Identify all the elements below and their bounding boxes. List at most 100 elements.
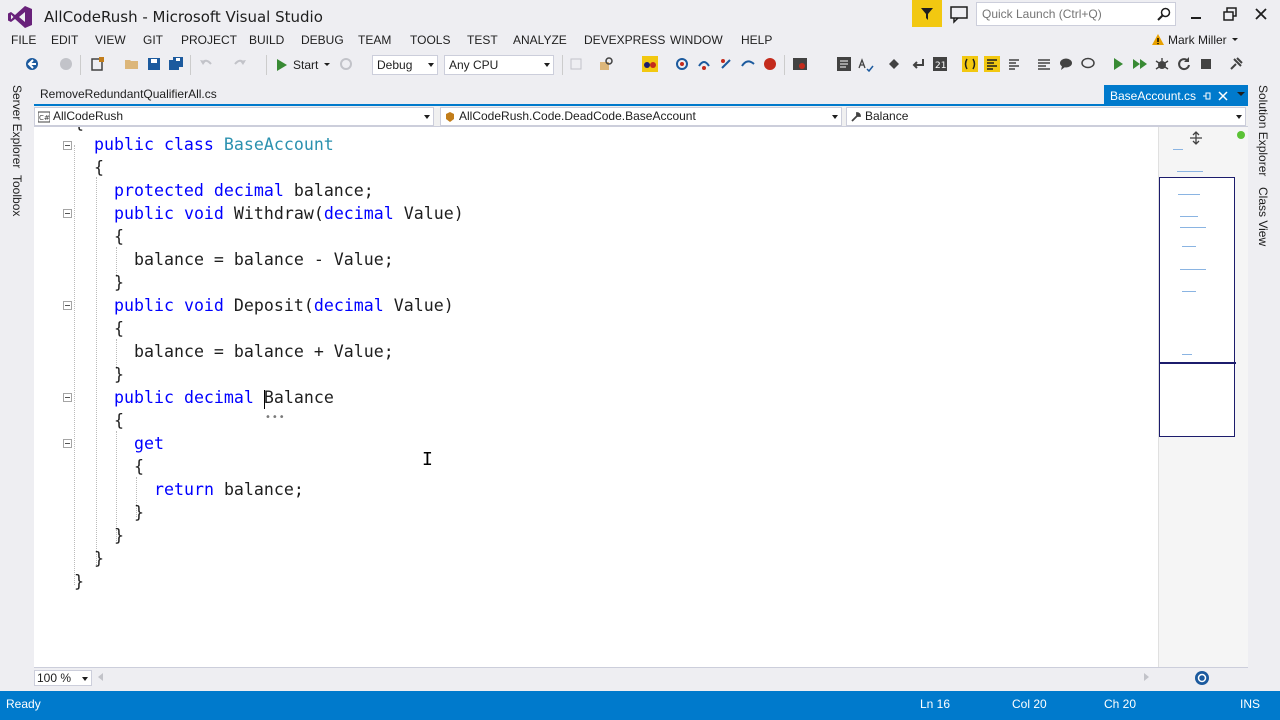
quick-launch-input[interactable] xyxy=(977,3,1147,25)
minimize-icon[interactable] xyxy=(1186,4,1206,24)
platform-dropdown[interactable]: Any CPU xyxy=(444,55,554,75)
menu-edit[interactable]: EDIT xyxy=(51,33,78,47)
split-window-icon[interactable] xyxy=(1189,131,1203,145)
smart-tag-dots-icon[interactable]: ••• xyxy=(265,412,286,423)
close-icon[interactable] xyxy=(1218,90,1228,101)
code-line-field: protected decimal balance; xyxy=(114,181,374,200)
project-dropdown[interactable]: C# AllCodeRush xyxy=(34,107,434,126)
scroll-left-arrow-icon[interactable] xyxy=(98,673,103,681)
menu-build[interactable]: BUILD xyxy=(249,33,284,47)
navigate-back-icon[interactable] xyxy=(24,56,40,72)
menu-project[interactable]: PROJECT xyxy=(181,33,237,47)
stop-icon[interactable] xyxy=(1198,56,1214,72)
codelens-icon[interactable] xyxy=(642,56,658,72)
menu-team[interactable]: TEAM xyxy=(358,33,391,47)
code-line: } xyxy=(114,526,124,545)
collapse-toggle[interactable] xyxy=(63,209,72,218)
refresh-icon[interactable] xyxy=(338,56,354,72)
attach-icon[interactable] xyxy=(568,56,584,72)
comment-icon[interactable] xyxy=(1058,56,1074,72)
map-split-line xyxy=(1160,362,1236,364)
collapse-toggle[interactable] xyxy=(63,141,72,150)
document-tab-strip: RemoveRedundantQualifierAll.cs BaseAccou… xyxy=(34,85,1248,106)
align-left-icon[interactable] xyxy=(984,56,1000,72)
character-indicator: Ch 20 xyxy=(1104,697,1137,711)
toolbox-tab[interactable]: Toolbox xyxy=(10,175,24,216)
save-all-icon[interactable] xyxy=(168,56,184,72)
spell-check-icon[interactable] xyxy=(858,56,874,72)
start-debugging-button[interactable]: Start xyxy=(276,55,331,75)
toolbar-separator xyxy=(562,55,563,75)
map-viewport[interactable] xyxy=(1159,177,1236,437)
bookmark-icon[interactable] xyxy=(886,56,902,72)
line-number-icon[interactable]: 21 xyxy=(932,56,948,72)
outline-icon[interactable] xyxy=(836,56,852,72)
quick-launch-box[interactable] xyxy=(976,2,1176,26)
menu-window[interactable]: WINDOW xyxy=(670,33,723,47)
scroll-right-arrow-icon[interactable] xyxy=(1144,673,1149,681)
open-file-icon[interactable] xyxy=(124,56,140,72)
uncomment-icon[interactable] xyxy=(1080,56,1096,72)
tab-list-chevron-icon[interactable] xyxy=(1236,90,1246,98)
class-view-tab[interactable]: Class View xyxy=(1256,187,1270,246)
step-out-icon[interactable] xyxy=(718,56,734,72)
navigate-forward-icon[interactable] xyxy=(58,56,74,72)
keyword-public: public xyxy=(94,135,154,154)
comment-lines-icon[interactable] xyxy=(1036,56,1052,72)
menu-tools[interactable]: TOOLS xyxy=(410,33,450,47)
horizontal-scrollbar[interactable]: 100 % xyxy=(34,667,1248,687)
notification-flag-icon[interactable] xyxy=(912,0,942,27)
zoom-dropdown[interactable]: 100 % xyxy=(34,670,92,686)
solution-explorer-tab[interactable]: Solution Explorer xyxy=(1256,85,1270,176)
restore-icon[interactable] xyxy=(1220,4,1240,24)
menu-bar: FILE EDIT VIEW GIT PROJECT BUILD DEBUG T… xyxy=(0,31,1280,51)
menu-analyze[interactable]: ANALYZE xyxy=(513,33,567,47)
tab-remove-redundant-qualifier[interactable]: RemoveRedundantQualifierAll.cs xyxy=(34,85,223,104)
run-icon[interactable] xyxy=(1110,56,1126,72)
clr-icon[interactable] xyxy=(792,56,808,72)
user-account[interactable]: Mark Miller xyxy=(1152,33,1239,47)
menu-view[interactable]: VIEW xyxy=(95,33,126,47)
map-line xyxy=(1182,246,1196,247)
jump-icon[interactable] xyxy=(910,56,926,72)
coderush-icon[interactable] xyxy=(1194,670,1210,686)
member-dropdown[interactable]: Balance xyxy=(846,107,1246,126)
type-dropdown[interactable]: AllCodeRush.Code.DeadCode.BaseAccount xyxy=(440,107,842,126)
configuration-dropdown[interactable]: Debug xyxy=(372,55,438,75)
menu-debug[interactable]: DEBUG xyxy=(301,33,344,47)
undo-icon[interactable] xyxy=(198,56,214,72)
file-health-indicator xyxy=(1237,131,1245,139)
collapse-toggle[interactable] xyxy=(63,301,72,310)
breakpoint-icon[interactable] xyxy=(762,56,778,72)
menu-devexpress[interactable]: DEVEXPRESS xyxy=(584,33,665,47)
step-over-icon[interactable] xyxy=(696,56,712,72)
pin-icon[interactable] xyxy=(1202,91,1212,101)
find-in-files-icon[interactable] xyxy=(598,56,614,72)
save-icon[interactable] xyxy=(146,56,162,72)
collapse-toggle[interactable] xyxy=(63,439,72,448)
run-to-cursor-icon[interactable] xyxy=(740,56,756,72)
tab-base-account[interactable]: BaseAccount.cs xyxy=(1104,85,1248,106)
step-into-icon[interactable] xyxy=(674,56,690,72)
menu-test[interactable]: TEST xyxy=(467,33,498,47)
code-editor[interactable]: { public class BaseAccount { protected d… xyxy=(34,127,1158,667)
debug-bug-icon[interactable] xyxy=(1154,56,1170,72)
redo-icon[interactable] xyxy=(232,56,248,72)
menu-git[interactable]: GIT xyxy=(143,33,163,47)
format-icon[interactable] xyxy=(1006,56,1022,72)
menu-help[interactable]: HELP xyxy=(741,33,772,47)
menu-file[interactable]: FILE xyxy=(11,33,36,47)
run-fast-icon[interactable] xyxy=(1132,56,1148,72)
restart-icon[interactable] xyxy=(1176,56,1192,72)
new-project-icon[interactable] xyxy=(90,56,106,72)
feedback-icon[interactable] xyxy=(949,4,969,24)
vertical-scrollbar-map[interactable] xyxy=(1158,127,1248,667)
pin-icon[interactable] xyxy=(1228,56,1244,72)
code-line: { xyxy=(114,319,124,338)
search-icon[interactable] xyxy=(1157,7,1171,21)
selection-expand-icon[interactable] xyxy=(962,56,978,72)
close-icon[interactable] xyxy=(1251,4,1271,24)
code-line: } xyxy=(134,503,144,522)
collapse-toggle[interactable] xyxy=(63,393,72,402)
server-explorer-tab[interactable]: Server Explorer xyxy=(10,85,24,168)
